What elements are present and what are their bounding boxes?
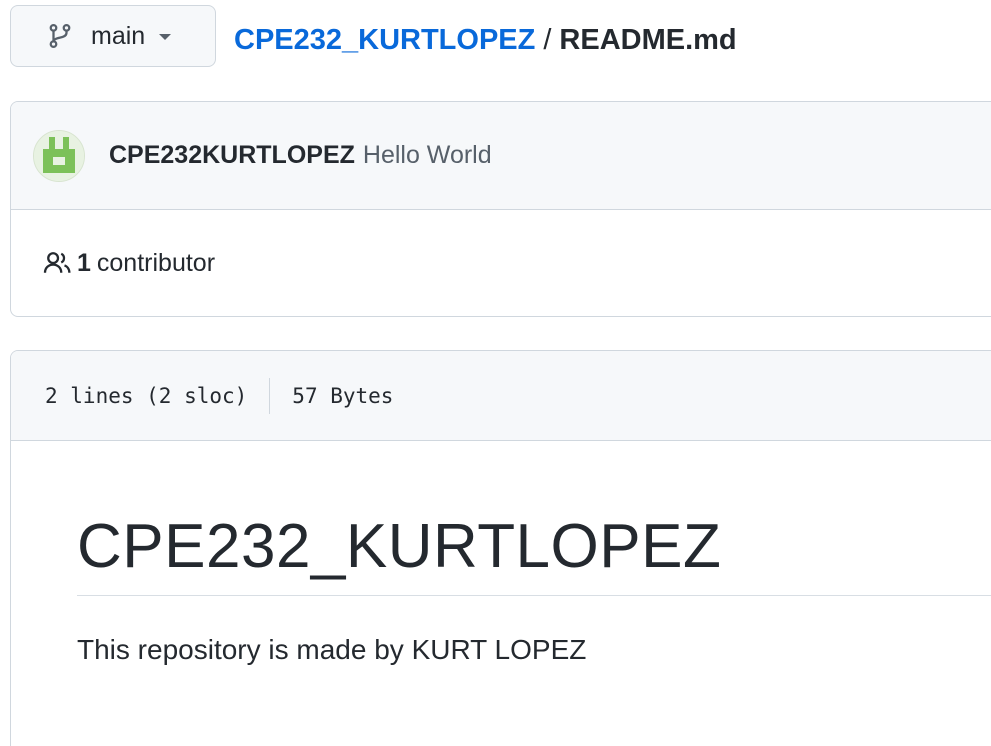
file-name: README.md — [559, 24, 737, 56]
branch-select-button[interactable]: main — [10, 5, 216, 67]
breadcrumb: CPE232_KURTLOPEZ / README.md — [234, 20, 737, 60]
latest-commit: CPE232KURTLOPEZ Hello World — [11, 102, 991, 210]
contributor-label: contributor — [96, 248, 216, 277]
contributors-row[interactable]: 1 contributor — [11, 210, 991, 316]
readme-content: CPE232_KURTLOPEZ This repository is made… — [11, 441, 991, 666]
file-size: 57 Bytes — [292, 383, 394, 408]
commit-author-link[interactable]: CPE232KURTLOPEZ — [109, 141, 355, 170]
chevron-down-icon — [159, 34, 172, 40]
file-lines: 2 lines (2 sloc) — [45, 383, 248, 408]
file-info-bar: 2 lines (2 sloc) 57 Bytes — [11, 351, 991, 441]
file-box: 2 lines (2 sloc) 57 Bytes CPE232_KURTLOP… — [10, 350, 991, 746]
people-icon — [43, 250, 73, 276]
readme-body: This repository is made by KURT LOPEZ — [77, 634, 587, 666]
avatar[interactable] — [33, 129, 85, 182]
page: main CPE232_KURTLOPEZ / README.md CPE232KU… — [0, 0, 991, 746]
readme-heading: CPE232_KURTLOPEZ — [77, 512, 991, 597]
repo-link[interactable]: CPE232_KURTLOPEZ — [234, 24, 535, 56]
git-branch-icon — [47, 21, 73, 51]
breadcrumb-separator: / — [543, 24, 552, 56]
divider — [269, 377, 271, 414]
branch-name: main — [91, 21, 146, 50]
commit-message-link[interactable]: Hello World — [363, 141, 492, 170]
contributor-count: 1 — [77, 248, 91, 277]
commit-box: CPE232KURTLOPEZ Hello World 1 contributo… — [10, 101, 991, 317]
